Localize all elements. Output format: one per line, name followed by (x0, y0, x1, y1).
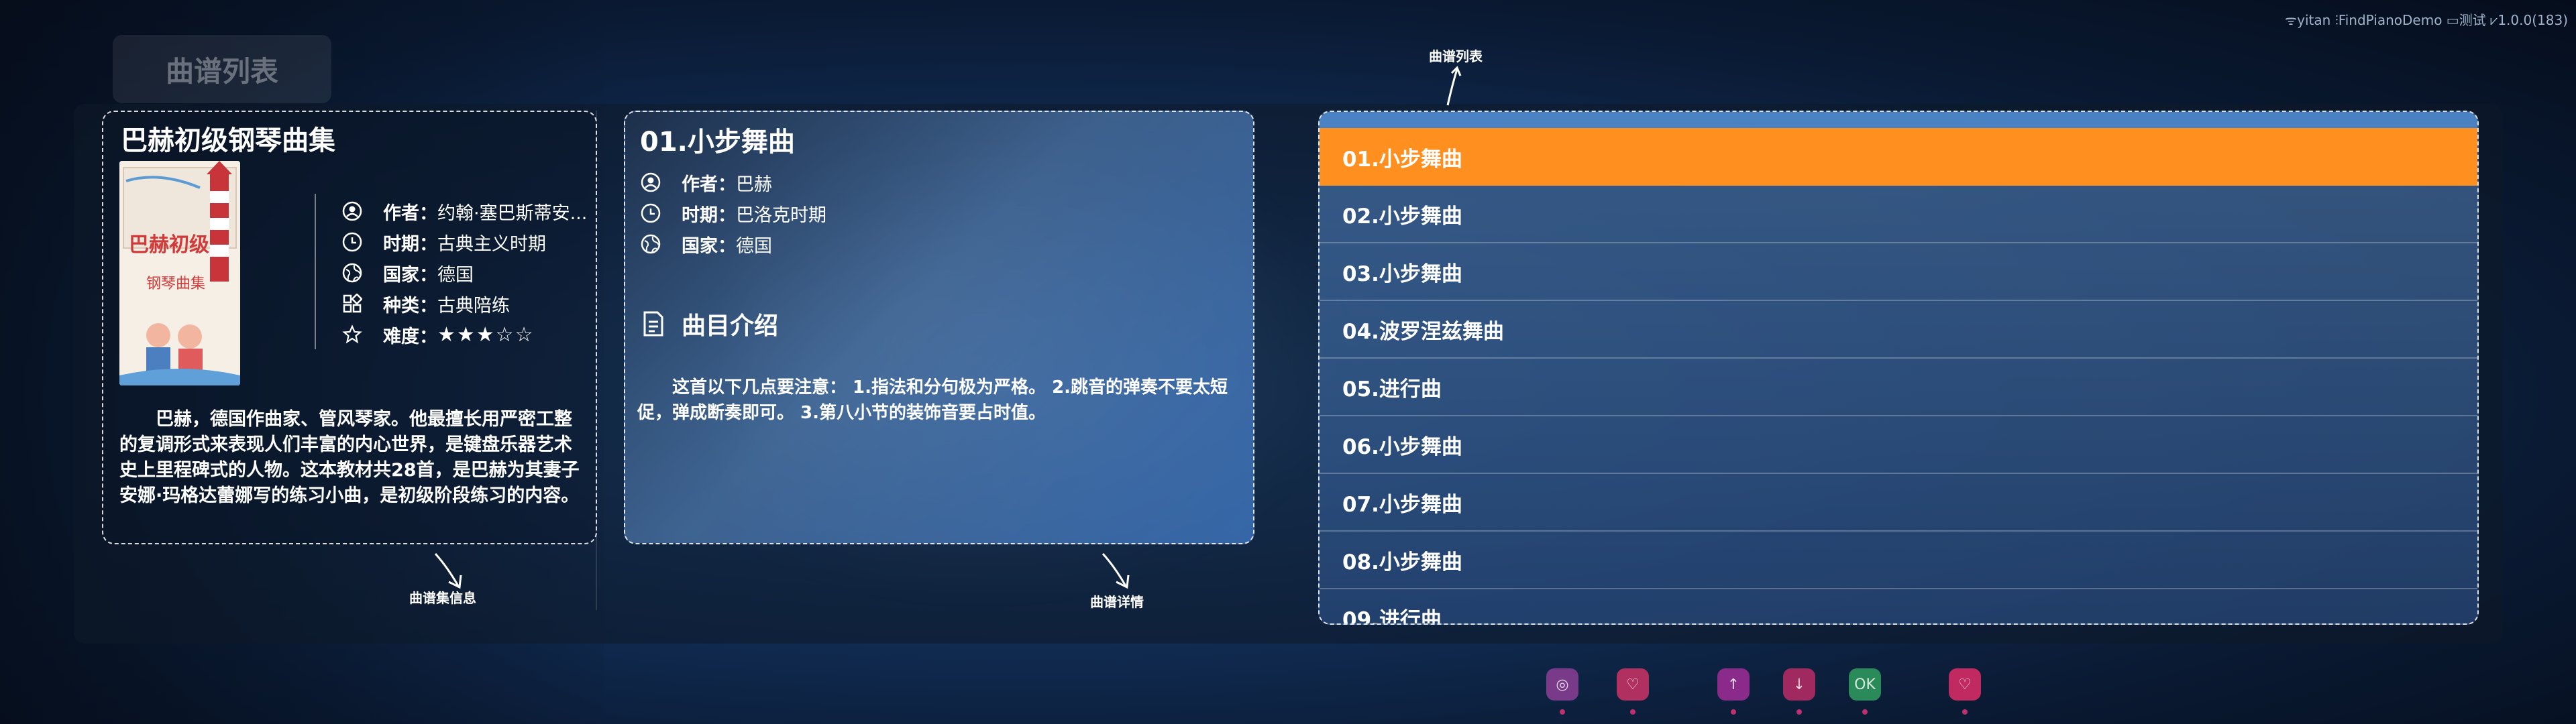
song-meta-row-country: 国家： 德国 (640, 229, 826, 259)
collection-note-arrow (434, 552, 462, 589)
song-detail-card[interactable]: 01.小步舞曲 作者： 巴赫 时期： 巴洛克时期 国家： 德国 曲目介绍 这首以… (624, 111, 1254, 544)
song-meta-row-period: 时期： 巴洛克时期 (640, 198, 826, 229)
song-list: 01.小步舞曲 02.小步舞曲 03.小步舞曲 04.波罗涅兹舞曲 05.进行曲 06.小… (1320, 128, 2477, 624)
song-meta-value-period: 巴洛克时期 (736, 204, 826, 226)
list-top-strip (1320, 112, 2477, 128)
dock-indicator-dot (1731, 709, 1736, 715)
globe-icon (341, 262, 363, 284)
meta-value-country: 德国 (437, 264, 474, 286)
meta-label: 国家： (383, 264, 437, 286)
list-note-arrow (1446, 66, 1462, 106)
meta-label: 时期： (383, 233, 437, 255)
song-list-item[interactable]: 05.进行曲 (1320, 359, 2477, 416)
star-icon (341, 324, 363, 345)
meta-row-author: 作者： 约翰·塞巴斯蒂安... (341, 196, 587, 227)
dock-indicator-dot (1560, 709, 1565, 715)
song-list-item[interactable]: 07.小步舞曲 (1320, 474, 2477, 532)
collection-title: 巴赫初级钢琴曲集 (121, 125, 335, 156)
meta-label: 作者： (682, 174, 736, 195)
intro-text: 这首以下几点要注意： 1.指法和分句极为严格。 2.跳音的弹奏不要太短促，弹成断… (637, 377, 1228, 423)
meta-label: 时期： (682, 204, 736, 226)
list-note: 曲谱列表 (1429, 48, 1483, 64)
collection-description: 巴赫，德国作曲家、管风琴家。他最擅长用严密工整的复调形式来表现人们丰富的内心世界… (119, 409, 580, 506)
song-list-item[interactable]: 04.波罗涅兹舞曲 (1320, 301, 2477, 359)
meta-label: 种类： (383, 295, 437, 316)
song-list-item[interactable]: 02.小步舞曲 (1320, 186, 2477, 243)
up-button[interactable]: ↑ (1717, 668, 1750, 701)
collection-cover-image: 巴赫初级 钢琴曲集 (119, 161, 240, 385)
dock-indicator-dot (1630, 709, 1635, 715)
intro-heading: 曲目介绍 (641, 306, 778, 341)
meta-separator (315, 194, 316, 349)
song-meta-row-author: 作者： 巴赫 (640, 167, 826, 198)
collection-meta: 作者： 约翰·塞巴斯蒂安... 时期： 古典主义时期 国家： 德国 种类： 古典… (341, 196, 587, 350)
song-list-item[interactable]: 03.小步舞曲 (1320, 243, 2477, 301)
song-list-item[interactable]: 01.小步舞曲 (1320, 128, 2477, 186)
difficulty-stars: ★★★☆☆ (437, 322, 535, 347)
category-icon (341, 293, 363, 314)
song-list-item[interactable]: 08.小步舞曲 (1320, 532, 2477, 589)
tab-score-list[interactable]: 曲谱列表 (113, 35, 331, 103)
clock-icon (341, 231, 363, 253)
detail-note: 曲谱详情 (1090, 594, 1144, 610)
meta-value-category: 古典陪练 (437, 295, 510, 316)
song-list-item[interactable]: 06.小步舞曲 (1320, 416, 2477, 474)
cover-title-text: 巴赫初级 (129, 233, 209, 257)
eye-button[interactable]: ◎ (1546, 668, 1578, 701)
status-bar: ᯤyitan ⫶FindPianoDemo ▭测试 ⩗1.0.0(183) (2284, 12, 2568, 28)
heart-button[interactable]: ♡ (1949, 668, 1981, 701)
document-icon (641, 310, 665, 337)
detail-note-arrow (1102, 552, 1130, 589)
meta-value-author: 约翰·塞巴斯蒂安... (437, 202, 588, 224)
clock-icon (640, 202, 661, 224)
meta-row-country: 国家： 德国 (341, 257, 587, 288)
favorite-button[interactable]: ♡ (1617, 668, 1649, 701)
user-icon (341, 200, 363, 222)
song-meta-value-country: 德国 (736, 235, 772, 257)
dock-indicator-dot (1962, 709, 1968, 715)
dock-indicator-dot (1796, 709, 1802, 715)
song-title: 01.小步舞曲 (640, 127, 795, 158)
meta-value-period: 古典主义时期 (437, 233, 546, 255)
meta-label: 国家： (682, 235, 736, 257)
collection-note: 曲谱集信息 (409, 590, 476, 606)
meta-row-category: 种类： 古典陪练 (341, 288, 587, 319)
down-button[interactable]: ↓ (1783, 668, 1815, 701)
song-list-item[interactable]: 09.进行曲 (1320, 589, 2477, 624)
meta-label: 难度： (383, 326, 437, 347)
user-icon (640, 172, 661, 193)
song-meta: 作者： 巴赫 时期： 巴洛克时期 国家： 德国 (640, 167, 826, 259)
cover-subtitle-text: 钢琴曲集 (146, 276, 205, 292)
song-list-card[interactable]: 01.小步舞曲 02.小步舞曲 03.小步舞曲 04.波罗涅兹舞曲 05.进行曲 06.小… (1318, 111, 2479, 625)
meta-label: 作者： (383, 202, 437, 224)
ok-button[interactable]: OK (1849, 668, 1881, 701)
globe-icon (640, 233, 661, 255)
meta-row-difficulty: 难度： ★★★☆☆ (341, 319, 587, 350)
collection-info-card[interactable]: 巴赫初级钢琴曲集 巴赫初级 钢琴曲集 作者： 约翰·塞巴斯蒂安... 时期： 古… (102, 111, 597, 544)
meta-row-period: 时期： 古典主义时期 (341, 227, 587, 257)
song-meta-value-author: 巴赫 (736, 174, 772, 195)
dock-indicator-dot (1862, 709, 1868, 715)
intro-heading-text: 曲目介绍 (682, 312, 779, 340)
